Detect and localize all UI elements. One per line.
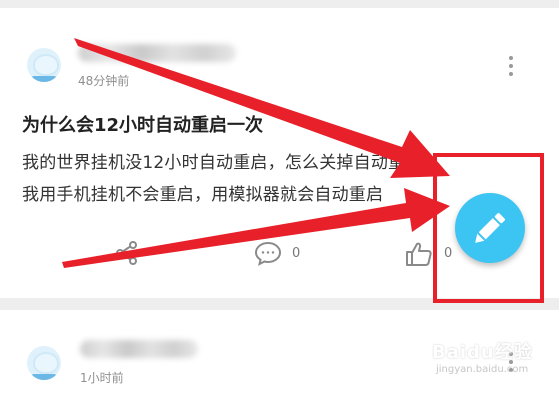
- arrow: [62, 188, 450, 268]
- arrow: [74, 38, 450, 178]
- baidu-watermark: Baidu经验 jingyan.baidu.com: [432, 342, 533, 375]
